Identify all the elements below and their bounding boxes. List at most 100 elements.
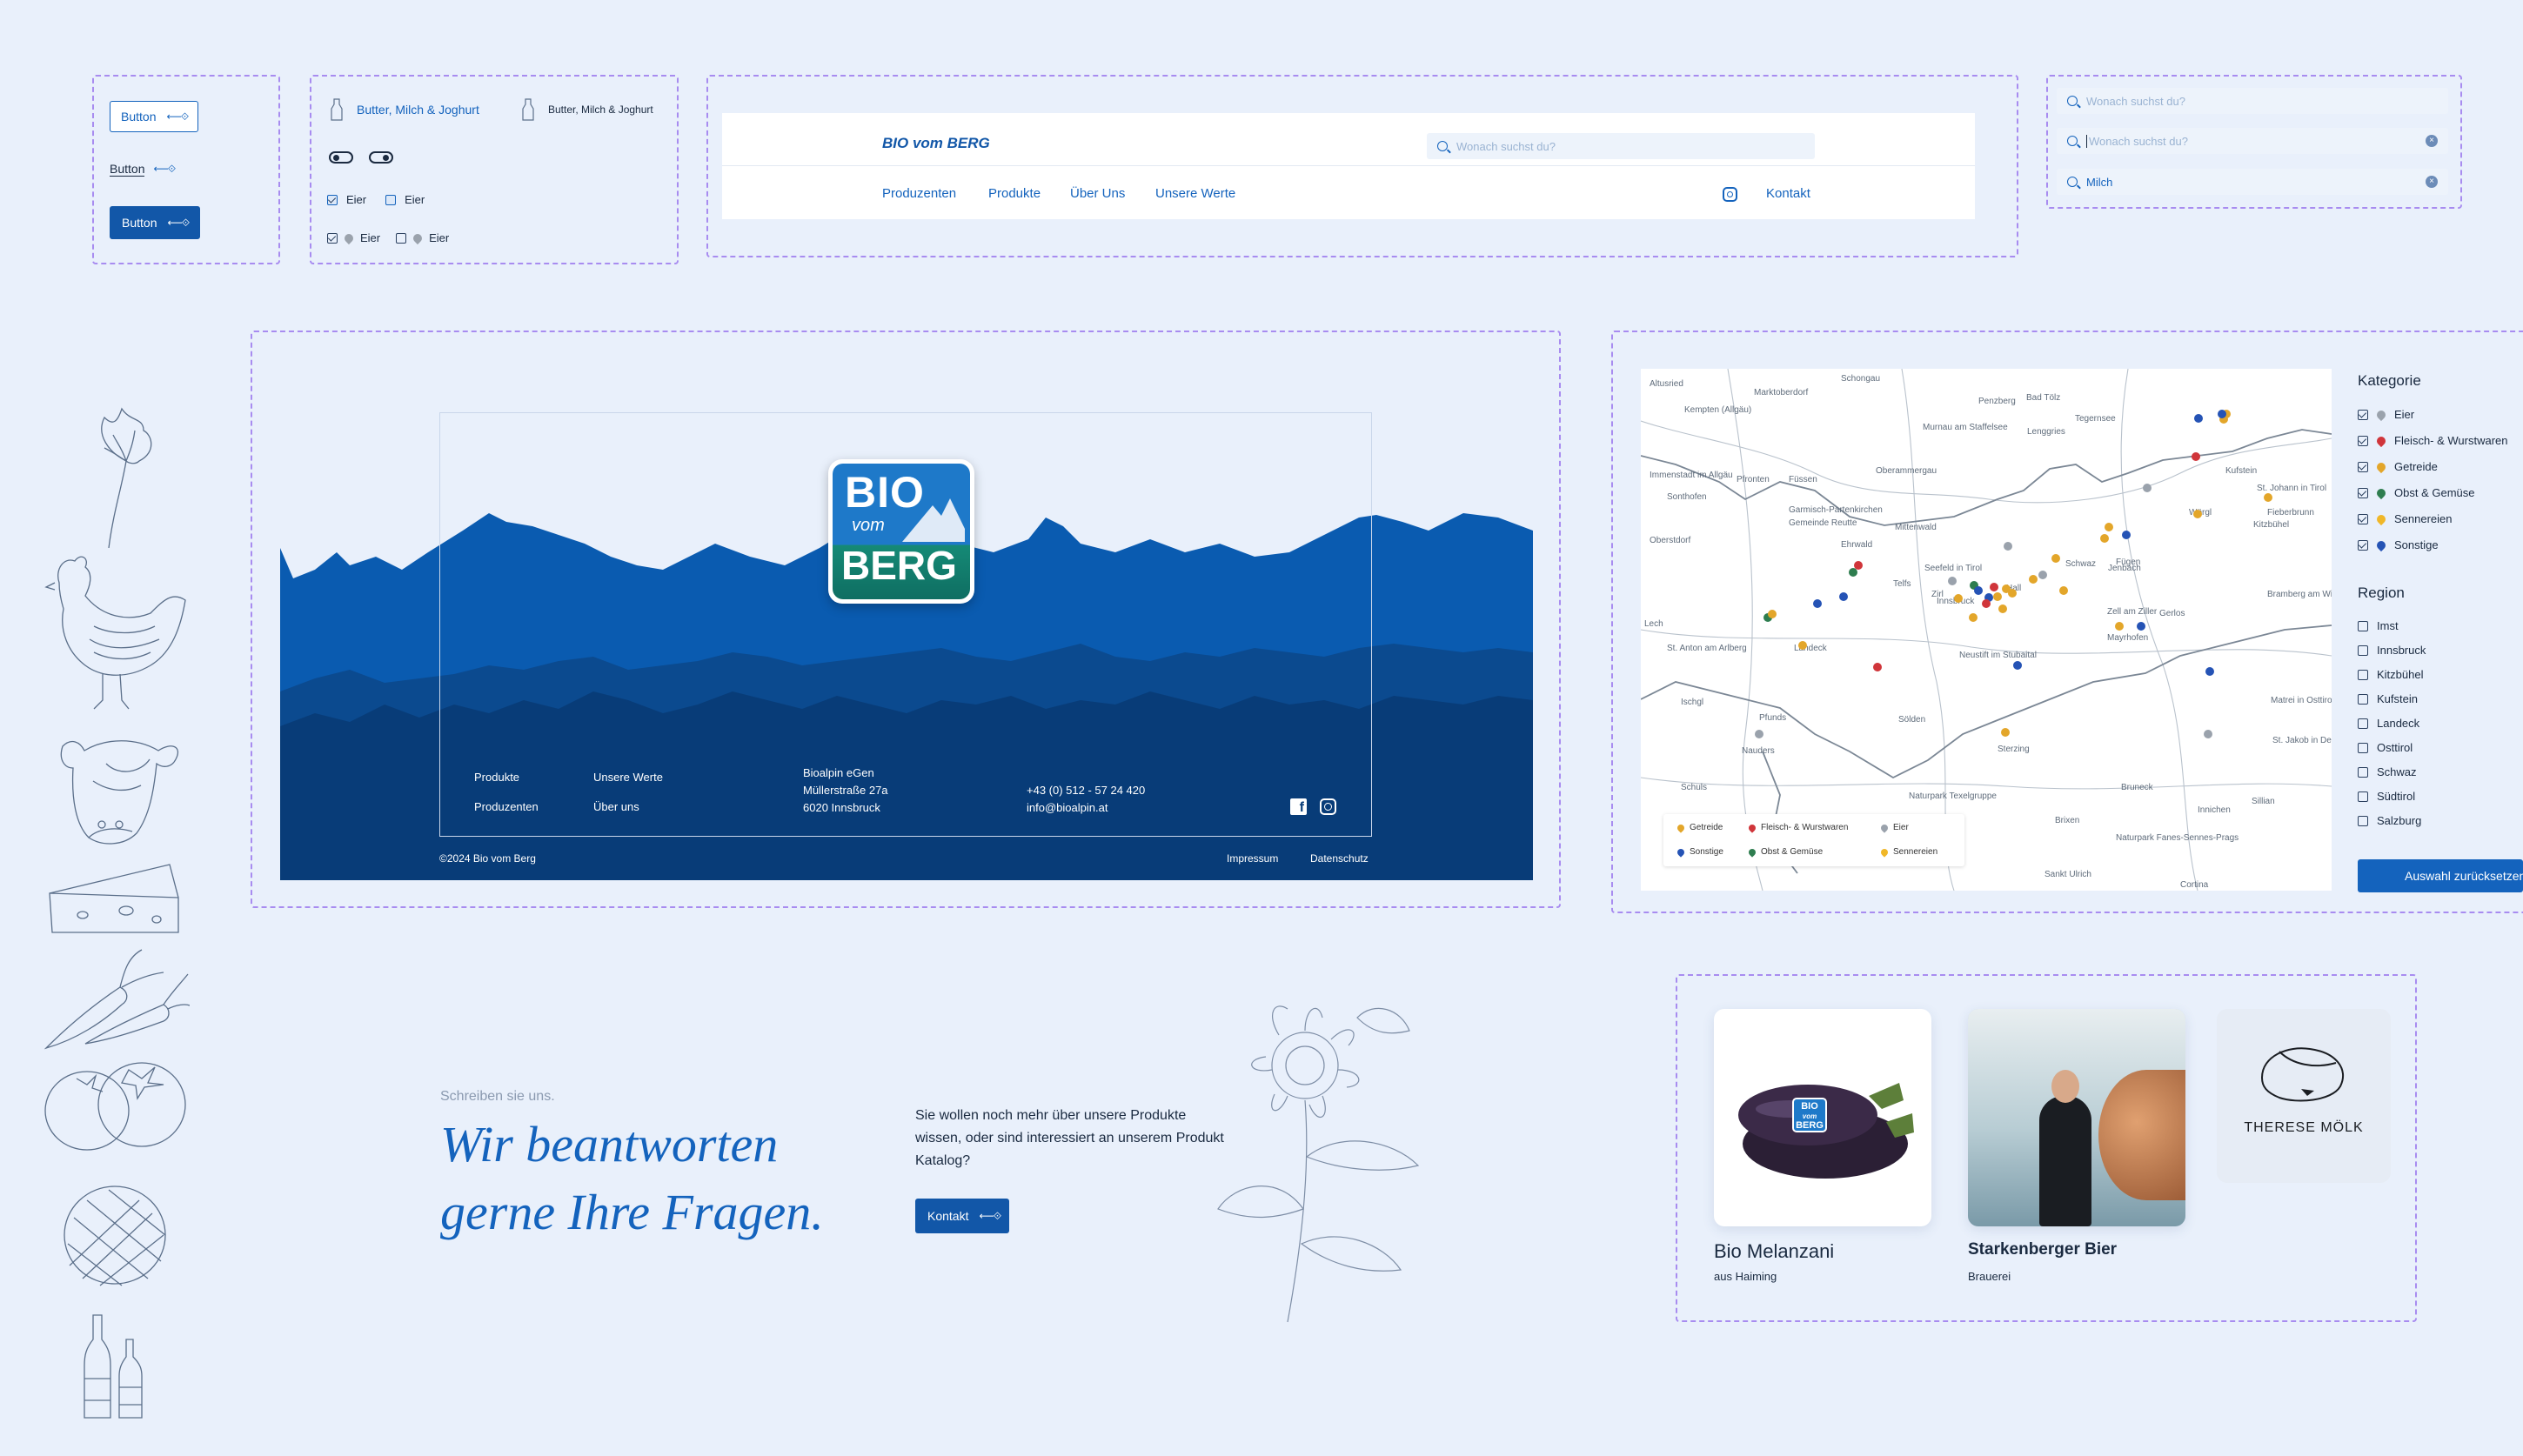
- footer-link-ueber-uns[interactable]: Über uns: [593, 800, 639, 813]
- footer-link-unsere-werte[interactable]: Unsere Werte: [593, 771, 663, 784]
- filled-button-label: Button: [122, 216, 157, 230]
- header-search[interactable]: Wonach suchst du?: [1427, 133, 1815, 159]
- search-filled[interactable]: Milch ×: [2057, 169, 2448, 195]
- region-kufstein[interactable]: Kufstein: [2358, 692, 2418, 705]
- footer-datenschutz[interactable]: Datenschutz: [1310, 852, 1369, 865]
- region-kitzbuehel[interactable]: Kitzbühel: [2358, 668, 2423, 681]
- cow-sketch: [60, 740, 179, 845]
- text-button[interactable]: Button ⟵⟐: [110, 162, 176, 177]
- product-card-melanzani[interactable]: BIO vom BERG: [1714, 1009, 1931, 1226]
- location-pin-icon: [2374, 538, 2388, 551]
- tomatoes-sketch: [44, 1062, 186, 1151]
- svg-text:Lech: Lech: [1644, 619, 1663, 629]
- sunflower-sketch: [1217, 1005, 1420, 1323]
- svg-text:Innichen: Innichen: [2198, 805, 2231, 815]
- tag-label: Butter, Milch & Joghurt: [548, 104, 653, 116]
- region-osttirol[interactable]: Osttirol: [2358, 741, 2413, 754]
- svg-text:Pfunds: Pfunds: [1759, 713, 1786, 723]
- filter-sennereien[interactable]: Sennereien: [2358, 512, 2453, 525]
- svg-text:Gerlos: Gerlos: [2159, 609, 2185, 618]
- contact-button[interactable]: Kontakt ⟵⟐: [915, 1199, 1009, 1233]
- nav-produzenten[interactable]: Produzenten: [882, 186, 956, 201]
- producer-card-starkenberger[interactable]: [1968, 1009, 2185, 1226]
- checkbox-unchecked[interactable]: Eier: [385, 193, 425, 206]
- nav-ueber-uns[interactable]: Über Uns: [1070, 186, 1125, 201]
- header-logo[interactable]: BIO vom BERG: [882, 135, 990, 152]
- card-title[interactable]: Bio Melanzani: [1714, 1240, 1834, 1263]
- filter-getreide[interactable]: Getreide: [2358, 460, 2438, 473]
- filter-eier[interactable]: Eier: [2358, 408, 2414, 421]
- svg-text:Ischgl: Ischgl: [1681, 698, 1703, 707]
- location-pin-icon: [1879, 846, 1890, 858]
- svg-text:Tegernsee: Tegernsee: [2075, 414, 2116, 424]
- outline-button[interactable]: Button ⟵⟐: [110, 101, 198, 132]
- search-icon: [2067, 96, 2078, 106]
- search-empty[interactable]: Wonach suchst du?: [2057, 88, 2448, 114]
- kategorie-title: Kategorie: [2358, 372, 2421, 389]
- region-schwaz[interactable]: Schwaz: [2358, 765, 2417, 778]
- card-title[interactable]: Starkenberger Bier: [1968, 1240, 2117, 1259]
- partner-logo-text: THERESE MÖLK: [2244, 1120, 2364, 1135]
- category-tag-active[interactable]: Butter, Milch & Joghurt: [329, 97, 479, 122]
- location-pin-icon: [1747, 822, 1757, 833]
- toggle-on[interactable]: [369, 151, 393, 164]
- toggle-off[interactable]: [329, 151, 353, 164]
- region-suedtirol[interactable]: Südtirol: [2358, 790, 2415, 803]
- footer-impressum[interactable]: Impressum: [1227, 852, 1278, 865]
- pin-checkbox-row: Eier Eier: [327, 231, 449, 244]
- pin-checkbox-checked[interactable]: Eier: [327, 231, 380, 244]
- filled-button[interactable]: Button ⟵⟐: [110, 206, 200, 239]
- footer-address-2: Müllerstraße 27a: [803, 784, 888, 797]
- footer-email[interactable]: info@bioalpin.at: [1027, 801, 1108, 814]
- svg-text:Oberstdorf: Oberstdorf: [1650, 536, 1690, 545]
- clear-icon[interactable]: ×: [2426, 135, 2438, 147]
- region-imst[interactable]: Imst: [2358, 619, 2399, 632]
- instagram-icon[interactable]: [1320, 798, 1336, 815]
- footer-phone[interactable]: +43 (0) 512 - 57 24 420: [1027, 784, 1145, 797]
- clear-icon[interactable]: ×: [2426, 176, 2438, 188]
- category-tag-default[interactable]: Butter, Milch & Joghurt: [520, 97, 653, 122]
- svg-text:St. Jakob in Defereggen: St. Jakob in Defereggen: [2272, 736, 2332, 745]
- filter-obst[interactable]: Obst & Gemüse: [2358, 486, 2474, 499]
- footer-link-produkte[interactable]: Produkte: [474, 771, 519, 784]
- footer-address-1: Bioalpin eGen: [803, 766, 874, 779]
- svg-text:Gemeinde Reutte: Gemeinde Reutte: [1789, 518, 1857, 528]
- reset-filters-button[interactable]: Auswahl zurücksetzen: [2358, 859, 2523, 892]
- region-innsbruck[interactable]: Innsbruck: [2358, 644, 2426, 657]
- footer-link-produzenten[interactable]: Produzenten: [474, 800, 539, 813]
- svg-text:Zell am Ziller: Zell am Ziller: [2107, 607, 2158, 617]
- svg-text:Sillian: Sillian: [2252, 797, 2275, 806]
- location-pin-icon: [2374, 408, 2388, 421]
- svg-text:St. Anton am Arlberg: St. Anton am Arlberg: [1667, 644, 1747, 653]
- producer-map[interactable]: Altusried Marktoberdorf Schongau Oberamm…: [1641, 369, 2332, 891]
- filter-fleisch[interactable]: Fleisch- & Wurstwaren: [2358, 434, 2508, 447]
- location-pin-icon: [2374, 512, 2388, 525]
- nav-produkte[interactable]: Produkte: [988, 186, 1041, 201]
- footer-logo-badge[interactable]: BIO vom BERG: [828, 459, 974, 604]
- svg-text:Seefeld in Tirol: Seefeld in Tirol: [1924, 564, 1982, 573]
- card-subtitle: Brauerei: [1968, 1270, 2011, 1283]
- region-landeck[interactable]: Landeck: [2358, 717, 2419, 730]
- svg-text:Füssen: Füssen: [1789, 475, 1817, 484]
- location-pin-icon: [1676, 846, 1686, 858]
- contact-headline-1: Wir beantworten: [440, 1116, 779, 1172]
- bottles-sketch: [84, 1314, 143, 1419]
- svg-text:Sölden: Sölden: [1898, 715, 1925, 725]
- brewer-figure: [2039, 1096, 2091, 1226]
- nav-unsere-werte[interactable]: Unsere Werte: [1155, 186, 1235, 201]
- svg-text:Murnau am Staffelsee: Murnau am Staffelsee: [1923, 423, 2008, 432]
- partner-card-therese-moelk[interactable]: THERESE MÖLK: [2217, 1009, 2391, 1183]
- filter-sonstige[interactable]: Sonstige: [2358, 538, 2439, 551]
- pin-checkbox-unchecked[interactable]: Eier: [396, 231, 449, 244]
- outline-button-label: Button: [121, 110, 157, 124]
- nav-kontakt[interactable]: Kontakt: [1766, 186, 1810, 201]
- svg-text:Bad Tölz: Bad Tölz: [2026, 393, 2060, 403]
- instagram-icon[interactable]: [1723, 187, 1737, 202]
- region-salzburg[interactable]: Salzburg: [2358, 814, 2421, 827]
- svg-text:Mittenwald: Mittenwald: [1895, 523, 1937, 532]
- checkbox-checked[interactable]: Eier: [327, 193, 366, 206]
- svg-text:Schongau: Schongau: [1841, 374, 1880, 384]
- facebook-icon[interactable]: f: [1290, 798, 1307, 815]
- search-focused[interactable]: Wonach suchst du? ×: [2057, 128, 2448, 154]
- arrow-icon: ⟵⟐: [166, 110, 189, 123]
